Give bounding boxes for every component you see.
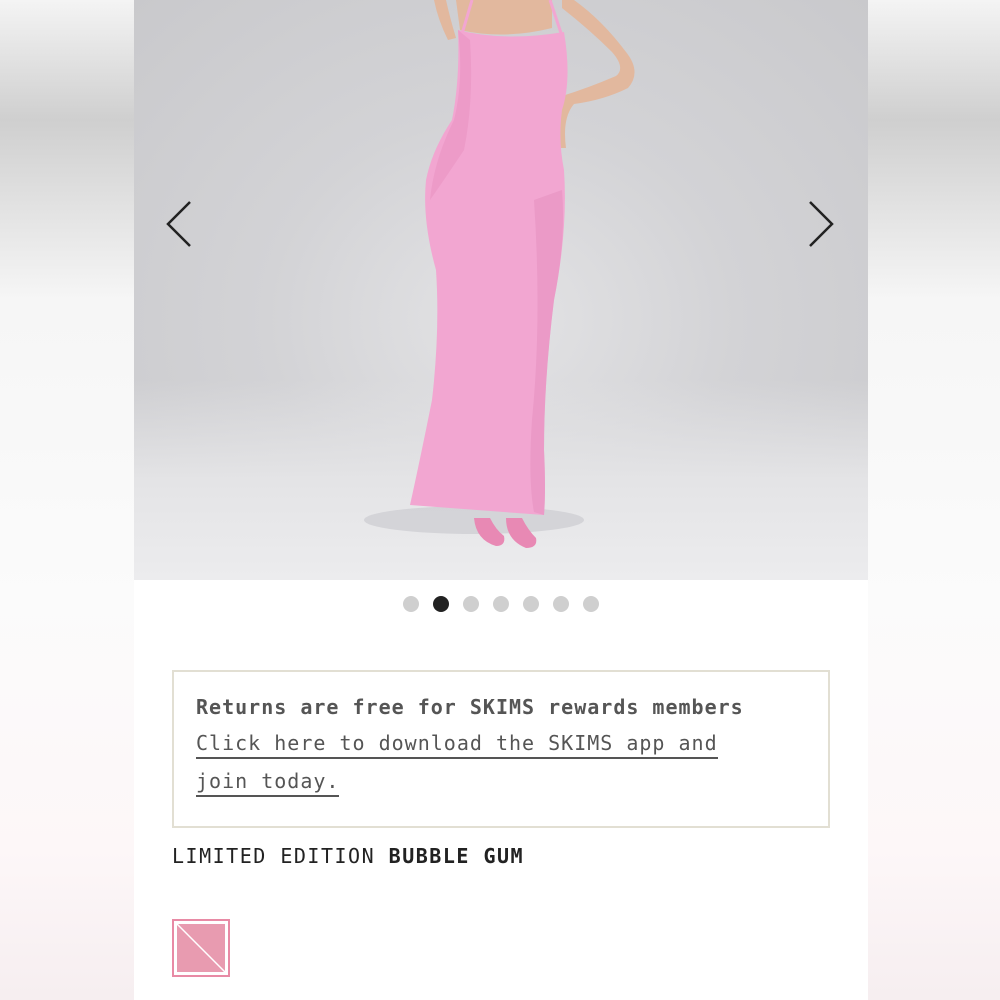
color-name: BUBBLE GUM — [388, 844, 525, 868]
product-page: Returns are free for SKIMS rewards membe… — [134, 0, 868, 1000]
carousel-dot-6[interactable] — [553, 596, 569, 612]
color-prefix: LIMITED EDITION — [172, 844, 376, 868]
blurred-background-right — [868, 0, 1000, 1000]
carousel-dot-7[interactable] — [583, 596, 599, 612]
download-app-link-line1: Click here to download the SKIMS app and — [196, 731, 718, 759]
previous-image-button[interactable] — [162, 198, 202, 250]
swatch-fill — [177, 924, 225, 972]
chevron-left-icon — [166, 201, 191, 247]
next-image-button[interactable] — [798, 198, 838, 250]
blurred-background-left — [0, 0, 134, 1000]
download-app-link-line2: join today. — [196, 769, 340, 797]
carousel-dot-2[interactable] — [433, 596, 449, 612]
carousel-pagination — [134, 596, 868, 612]
color-swatch-bubble-gum[interactable] — [172, 919, 230, 977]
chevron-right-icon — [809, 201, 834, 247]
carousel-dot-4[interactable] — [493, 596, 509, 612]
sold-out-slash-icon — [177, 924, 225, 972]
carousel-dot-1[interactable] — [403, 596, 419, 612]
product-image-carousel[interactable] — [134, 0, 868, 580]
carousel-dot-5[interactable] — [523, 596, 539, 612]
carousel-dot-3[interactable] — [463, 596, 479, 612]
promo-headline: Returns are free for SKIMS rewards membe… — [196, 695, 744, 719]
product-photo-model — [364, 0, 635, 548]
download-app-link[interactable]: Click here to download the SKIMS app and… — [196, 724, 786, 800]
selected-color-label: LIMITED EDITION BUBBLE GUM — [172, 844, 524, 868]
rewards-promo-box: Returns are free for SKIMS rewards membe… — [172, 670, 830, 828]
